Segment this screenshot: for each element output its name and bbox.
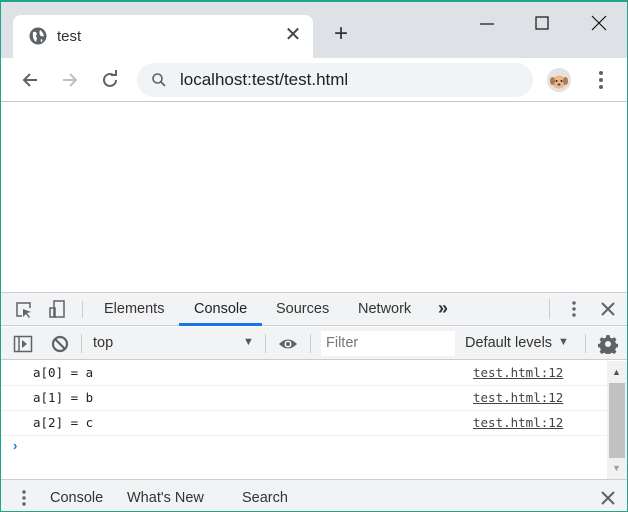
gear-icon[interactable] xyxy=(598,334,618,354)
drawer-menu-icon[interactable] xyxy=(14,488,34,508)
separator xyxy=(265,334,266,353)
drawer-tab-whats-new[interactable]: What's New xyxy=(127,490,204,506)
new-tab-button[interactable]: + xyxy=(329,22,353,46)
drawer-tab-console[interactable]: Console xyxy=(50,490,103,506)
console-message: a[2] = c test.html:12 xyxy=(1,411,607,436)
profile-avatar[interactable] xyxy=(547,68,571,92)
source-link[interactable]: test.html:12 xyxy=(473,390,563,405)
console-message: a[1] = b test.html:12 xyxy=(1,386,607,411)
search-icon xyxy=(152,73,166,87)
close-tab-icon[interactable]: ✕ xyxy=(283,25,303,45)
drawer-tab-bar: Console What's New Search xyxy=(1,479,627,511)
tab-elements[interactable]: Elements xyxy=(104,301,164,317)
devtools-tab-bar: Elements Console Sources Network » xyxy=(1,293,627,326)
console-toolbar: top ▼ Filter Default levels ▼ xyxy=(1,327,627,360)
separator xyxy=(585,334,586,353)
source-link[interactable]: test.html:12 xyxy=(473,365,563,380)
levels-dropdown-icon[interactable]: ▼ xyxy=(558,336,569,348)
browser-menu-icon[interactable] xyxy=(591,68,611,92)
more-tabs-button[interactable]: » xyxy=(438,298,448,319)
window-close-icon[interactable] xyxy=(587,12,611,36)
console-prompt[interactable]: › xyxy=(13,438,17,453)
active-tab-indicator xyxy=(179,323,262,326)
show-sidebar-icon[interactable] xyxy=(13,334,33,354)
device-toolbar-icon[interactable] xyxy=(47,299,67,319)
page-content xyxy=(1,103,627,292)
message-text: a[1] = b xyxy=(33,390,94,405)
context-dropdown-icon[interactable]: ▼ xyxy=(243,336,254,348)
separator xyxy=(82,301,83,318)
back-arrow-icon[interactable] xyxy=(18,68,42,92)
browser-tab[interactable]: test ✕ xyxy=(13,15,313,58)
live-expression-eye-icon[interactable] xyxy=(278,334,298,354)
message-text: a[0] = a xyxy=(33,365,94,380)
url-text: localhost:test/test.html xyxy=(180,70,349,89)
message-text: a[2] = c xyxy=(33,415,94,430)
address-bar[interactable]: localhost:test/test.html xyxy=(137,63,533,97)
drawer-tab-search[interactable]: Search xyxy=(242,490,288,506)
browser-toolbar: localhost:test/test.html xyxy=(1,58,627,102)
log-levels-dropdown[interactable]: Default levels xyxy=(465,335,552,351)
reload-icon[interactable] xyxy=(98,68,122,92)
clear-console-icon[interactable] xyxy=(50,334,70,354)
minimize-icon[interactable] xyxy=(475,12,499,36)
scroll-down-icon[interactable]: ▼ xyxy=(612,463,621,473)
maximize-icon[interactable] xyxy=(530,12,554,36)
tab-console[interactable]: Console xyxy=(194,301,247,317)
forward-arrow-icon[interactable] xyxy=(58,68,82,92)
console-message: a[0] = a test.html:12 xyxy=(1,361,607,386)
separator xyxy=(549,299,550,319)
scroll-up-icon[interactable]: ▲ xyxy=(612,367,621,377)
devtools-panel: Elements Console Sources Network » top ▼… xyxy=(1,292,627,511)
separator xyxy=(81,334,82,353)
dog-avatar-icon xyxy=(547,68,571,92)
context-selector[interactable]: top xyxy=(93,335,113,351)
tab-title: test xyxy=(57,28,82,45)
separator xyxy=(310,334,311,353)
filter-input[interactable]: Filter xyxy=(321,331,455,356)
inspect-element-icon[interactable] xyxy=(14,300,34,320)
tab-sources[interactable]: Sources xyxy=(276,301,329,317)
close-drawer-icon[interactable] xyxy=(598,488,618,508)
title-bar: test ✕ + xyxy=(1,2,627,58)
console-output: a[0] = a test.html:12 a[1] = b test.html… xyxy=(1,361,607,479)
devtools-menu-icon[interactable] xyxy=(564,299,584,319)
tab-network[interactable]: Network xyxy=(358,301,411,317)
browser-window: test ✕ + localhost:test/test.html Elemen… xyxy=(0,0,628,512)
console-scrollbar[interactable]: ▲ ▼ xyxy=(607,361,627,479)
scroll-thumb[interactable] xyxy=(609,383,625,458)
close-devtools-icon[interactable] xyxy=(598,299,618,319)
source-link[interactable]: test.html:12 xyxy=(473,415,563,430)
globe-icon xyxy=(29,27,47,45)
